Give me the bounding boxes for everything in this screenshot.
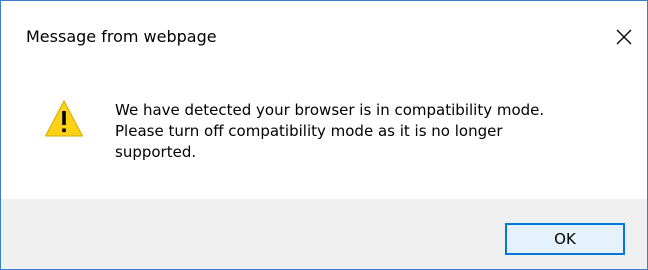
dialog-message: We have detected your browser is in comp…: [115, 100, 625, 163]
dialog-title: Message from webpage: [26, 27, 217, 46]
dialog-content: We have detected your browser is in comp…: [1, 69, 647, 199]
ok-button[interactable]: OK: [505, 223, 625, 255]
close-icon: [616, 29, 632, 45]
warning-triangle-icon: [45, 100, 83, 137]
message-dialog: Message from webpage We have detected yo…: [0, 0, 648, 270]
message-line: We have detected your browser is in comp…: [115, 101, 545, 119]
dialog-titlebar: Message from webpage: [1, 1, 647, 69]
message-line: supported.: [115, 143, 197, 161]
dialog-footer: OK: [1, 199, 647, 269]
message-line: Please turn off compatibility mode as it…: [115, 122, 503, 140]
close-button[interactable]: [606, 19, 642, 55]
